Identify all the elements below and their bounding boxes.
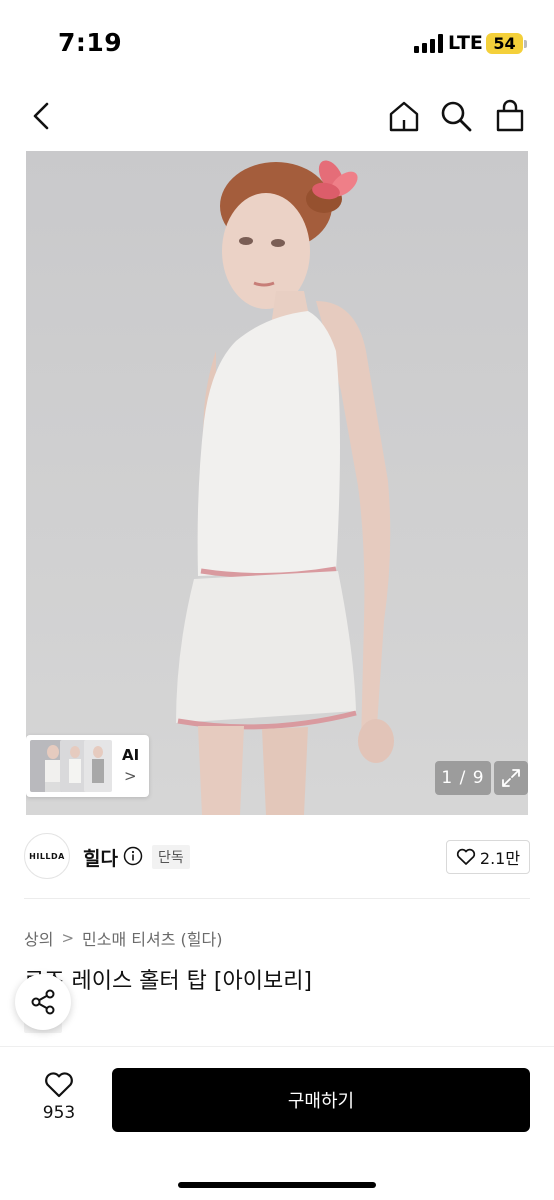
ai-label: AI (122, 746, 140, 764)
breadcrumb-category[interactable]: 상의 (24, 926, 53, 950)
chevron-left-icon (33, 102, 49, 130)
share-button[interactable] (15, 974, 71, 1030)
brand-like-count: 2.1만 (479, 849, 521, 868)
product-image-gallery[interactable]: AI > 1 / 9 (26, 151, 528, 815)
breadcrumb-subcategory[interactable]: 민소매 티셔츠 (힐다) (82, 926, 222, 950)
status-bar: 7:19 LTE 54 (0, 0, 554, 86)
brand-logo[interactable]: HILLDA (24, 833, 70, 879)
search-icon (441, 101, 472, 132)
network-label: LTE (448, 32, 483, 54)
expand-icon (502, 769, 520, 787)
expand-button[interactable] (494, 761, 528, 795)
divider (24, 898, 530, 899)
brand-row: HILLDA 힐다 단독 2.1만 (24, 830, 532, 884)
battery-icon: 54 (486, 33, 523, 54)
home-indicator (178, 1182, 376, 1188)
ai-chevron: > (124, 767, 137, 785)
brand-like-button[interactable]: 2.1만 (446, 840, 530, 874)
image-counter: 1 / 9 (435, 761, 491, 795)
status-time: 7:19 (58, 28, 123, 57)
breadcrumb: 상의 > 민소매 티셔츠 (힐다) (24, 926, 222, 950)
bag-icon (496, 99, 524, 132)
info-icon[interactable] (123, 846, 143, 866)
brand-name[interactable]: 힐다 (83, 844, 118, 871)
top-nav (0, 86, 554, 146)
bottom-action-bar: 953 구매하기 (0, 1046, 554, 1200)
battery-nub (524, 40, 527, 48)
cart-button[interactable] (490, 96, 530, 136)
wishlist-button[interactable]: 953 (30, 1069, 88, 1129)
battery-level: 54 (493, 34, 516, 53)
search-button[interactable] (436, 96, 476, 136)
share-icon (31, 989, 55, 1015)
home-icon (389, 101, 419, 132)
home-button[interactable] (384, 96, 424, 136)
thumbnail-3 (84, 740, 112, 792)
ai-try-on-card[interactable]: AI > (26, 735, 149, 797)
signal-icon (414, 34, 443, 53)
heart-icon (45, 1072, 73, 1098)
chevron-right-icon: > (61, 929, 75, 947)
exclusive-badge: 단독 (152, 845, 190, 869)
back-button[interactable] (22, 96, 62, 136)
wishlist-count: 953 (42, 1103, 76, 1123)
product-photo (176, 160, 394, 815)
heart-icon (456, 848, 476, 865)
buy-button[interactable]: 구매하기 (112, 1068, 530, 1132)
